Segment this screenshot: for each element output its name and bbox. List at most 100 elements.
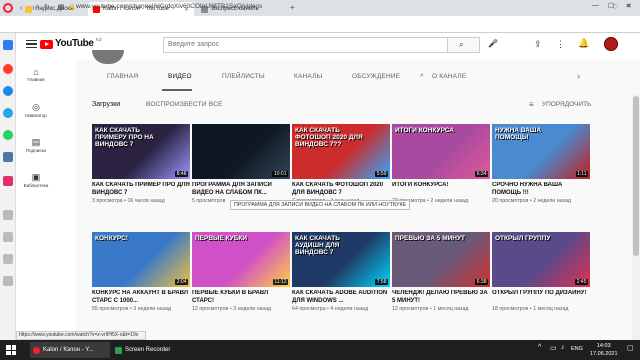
reload-icon[interactable]: ↻ [44,3,50,11]
network-icon[interactable]: ▭ [550,344,557,352]
chevron-right-icon[interactable]: › [577,71,580,81]
vk-icon[interactable] [3,152,13,162]
video-card[interactable]: КАК СКАЧАТЬ ПРИМЕРУ ПРО НА ВИНДОВС 7 8:4… [92,124,190,204]
scrollbar-thumb[interactable] [633,96,639,256]
upload-age: 1 месяц назад [433,306,469,312]
taskbar-item-recorder[interactable]: Screen Recorder [112,342,192,358]
tab-channels[interactable]: КАНАЛЫ [294,73,323,80]
sort-icon[interactable]: ≡ [529,100,534,109]
video-card[interactable]: КАК СКАЧАТЬ ФОТОШОП 2020 ДЛЯ ВИНДОВС 7??… [292,124,390,204]
video-card[interactable]: 10:01 ПРОГРАММА ДЛЯ ЗАПИСИ ВИДЕО НА СЛАБ… [192,124,290,204]
forward-icon[interactable]: › [32,3,35,12]
nav-library[interactable]: ▣ Библиотека [16,172,56,188]
back-icon[interactable]: ‹ [20,3,23,12]
search-channel-icon[interactable]: ⌕ [420,72,424,80]
clock[interactable]: 14:03 17.06.2021 [590,342,618,358]
view-count: 12 просмотров [392,306,429,312]
video-thumbnail[interactable]: ОТКРЫЛ ГРУППУ 2:45 [492,232,590,287]
apps-icon[interactable]: ⋮ [556,39,565,50]
video-thumbnail[interactable]: КАК СКАЧАТЬ ПРИМЕРУ ПРО НА ВИНДОВС 7 8:4… [92,124,190,179]
volume-icon[interactable]: ♪ [561,344,565,351]
opera-menu-icon[interactable] [3,3,13,13]
taskbar-item-opera[interactable]: Kalon / Кэлон - Y... [30,342,110,358]
nav-subscriptions[interactable]: ▤ Подписки [16,137,56,153]
video-title[interactable]: КОНКУРС НА АККАУНТ В БРАВЛ СТАРС С 1000.… [92,290,190,305]
tray-arrow-icon[interactable]: ^ [538,344,541,351]
tab-discussion[interactable]: ОБСУЖДЕНИЕ [352,73,400,80]
language-indicator[interactable]: ENG [571,346,583,352]
url-field[interactable]: www.youtube.com/channel/UCrdqXlv60COInUI… [76,3,262,10]
nav-explore[interactable]: ◎ Навигатор [16,102,56,118]
video-thumbnail[interactable]: ПРЕВЬЮ ЗА 5 МИНУТ 6:38 [392,232,490,287]
thumbnail-caption: ПРЕВЬЮ ЗА 5 МИНУТ [395,235,466,242]
browser-menu-icon[interactable]: ≡ [626,3,630,10]
sort-button[interactable]: УПОРЯДОЧИТЬ [542,101,591,108]
upload-icon[interactable]: ⇪ [534,39,542,50]
microphone-icon[interactable]: 🎤 [488,39,498,48]
search-button[interactable]: ⌕ [448,37,480,53]
opera-home-icon[interactable] [3,40,13,50]
video-thumbnail[interactable]: КОНКУРС! 2:04 [92,232,190,287]
search-placeholder: Введите запрос [168,41,220,48]
video-card[interactable]: ОТКРЫЛ ГРУППУ 2:45 ОТКРЫЛ ГРУППУ ПО ДИЗА… [492,232,590,312]
video-meta: 20 просмотров • 2 недели назад [492,198,590,204]
history-icon[interactable] [3,254,13,264]
video-thumbnail[interactable]: НУЖНА ВАША ПОМОЩЬ! 1:11 [492,124,590,179]
video-thumbnail[interactable]: КАК СКАЧАТЬ АУДИШН ДЛЯ ВИНДОВС 7 7:58 [292,232,390,287]
speed-dial-grid-icon[interactable]: ▦ [58,3,65,11]
telegram-icon[interactable] [3,108,13,118]
video-card[interactable]: ПРЕВЬЮ ЗА 5 МИНУТ 6:38 ЧЕЛЕНДЖ! ДЕЛАЮ ПР… [392,232,490,312]
title-tooltip: ПРОГРАММА ДЛЯ ЗАПИСИ ВИДЕО НА СЛАБОМ ПК … [230,200,411,210]
opera-icon [33,346,40,354]
avatar[interactable] [604,37,618,51]
messenger-icon[interactable] [3,86,13,96]
tab-home[interactable]: ГЛАВНАЯ [107,73,138,80]
youtube-logo-text[interactable]: YouTube [55,38,94,49]
search-icon: ⌕ [459,40,464,49]
video-title[interactable]: ИТОГИ КОНКУРСА! [392,182,490,197]
video-thumbnail[interactable]: КАК СКАЧАТЬ ФОТОШОП 2020 ДЛЯ ВИНДОВС 7??… [292,124,390,179]
video-title[interactable]: ПЕРВЫЕ КУБКИ В БРАВЛ СТАРС! [192,290,290,305]
video-title[interactable]: СРОЧНО НУЖНА ВАША ПОМОЩЬ !!! [492,182,590,197]
duration-badge: 6:34 [475,171,488,177]
hamburger-menu-icon[interactable] [26,40,37,48]
video-card[interactable]: КАК СКАЧАТЬ АУДИШН ДЛЯ ВИНДОВС 7 7:58 КА… [292,232,390,312]
clock-icon[interactable] [3,210,13,220]
video-title[interactable]: ЧЕЛЕНДЖ! ДЕЛАЮ ПРЕВЬЮ ЗА 5 МИНУТ! [392,290,490,305]
notifications-center-icon[interactable]: ▢ [627,344,634,352]
heart-sidebar-icon[interactable] [3,232,13,242]
settings-icon[interactable] [3,276,13,286]
nav-label: Подписки [26,148,46,153]
video-card[interactable]: КОНКУРС! 2:04 КОНКУРС НА АККАУНТ В БРАВЛ… [92,232,190,312]
opera-messenger-icon[interactable] [3,64,13,74]
video-thumbnail[interactable]: 10:01 [192,124,290,179]
video-title[interactable]: КАК СКАЧАТЬ ФОТОШОП 2020 ДЛЯ ВИНДОВС 7 [292,182,390,197]
video-card[interactable]: ПЕРВЫЕ КУБКИ 11:12 ПЕРВЫЕ КУБКИ В БРАВЛ … [192,232,290,312]
tab-videos[interactable]: ВИДЕО [168,73,192,80]
video-meta: 3 просмотра • 16 часов назад [92,198,190,204]
windows-start-icon[interactable] [6,345,16,355]
thumbnail-caption: КОНКУРС! [95,235,128,242]
video-title[interactable]: ОТКРЫЛ ГРУППУ ПО ДИЗАЙНУ! [492,290,590,305]
tab-playlists[interactable]: ПЛЕЙЛИСТЫ [222,73,265,80]
heart-icon[interactable]: ♡ [612,3,618,11]
video-title[interactable]: ПРОГРАММА ДЛЯ ЗАПИСИ ВИДЕО НА СЛАБОМ ПК.… [192,182,290,197]
duration-badge: 6:38 [475,279,488,285]
instagram-icon[interactable] [3,176,13,186]
minimize-icon[interactable]: — [592,2,599,9]
lock-icon: 🔒 [68,5,76,11]
whatsapp-icon[interactable] [3,130,13,140]
video-thumbnail[interactable]: ПЕРВЫЕ КУБКИ 11:12 [192,232,290,287]
notifications-icon[interactable]: 🔔 [578,38,589,49]
nav-home[interactable]: ⌂ Главная [16,67,56,82]
video-thumbnail[interactable]: ИТОГИ КОНКУРСА 6:34 [392,124,490,179]
video-card[interactable]: НУЖНА ВАША ПОМОЩЬ! 1:11 СРОЧНО НУЖНА ВАШ… [492,124,590,204]
new-tab-icon[interactable]: + [290,3,295,12]
play-all-button[interactable]: ВОСПРОИЗВЕСТИ ВСЕ [146,101,223,108]
video-title[interactable]: КАК СКАЧАТЬ ПРИМЕР ПРО ДЛЯ ВИНДОВС 7 [92,182,190,197]
nav-label: Навигатор [25,113,47,118]
tab-about[interactable]: О КАНАЛЕ [432,73,466,80]
uploads-label: Загрузки [92,101,121,108]
video-title[interactable]: КАК СКАЧАТЬ ADOBE AUDITION ДЛЯ WINDOWS .… [292,290,390,305]
video-card[interactable]: ИТОГИ КОНКУРСА 6:34 ИТОГИ КОНКУРСА! 23 п… [392,124,490,204]
